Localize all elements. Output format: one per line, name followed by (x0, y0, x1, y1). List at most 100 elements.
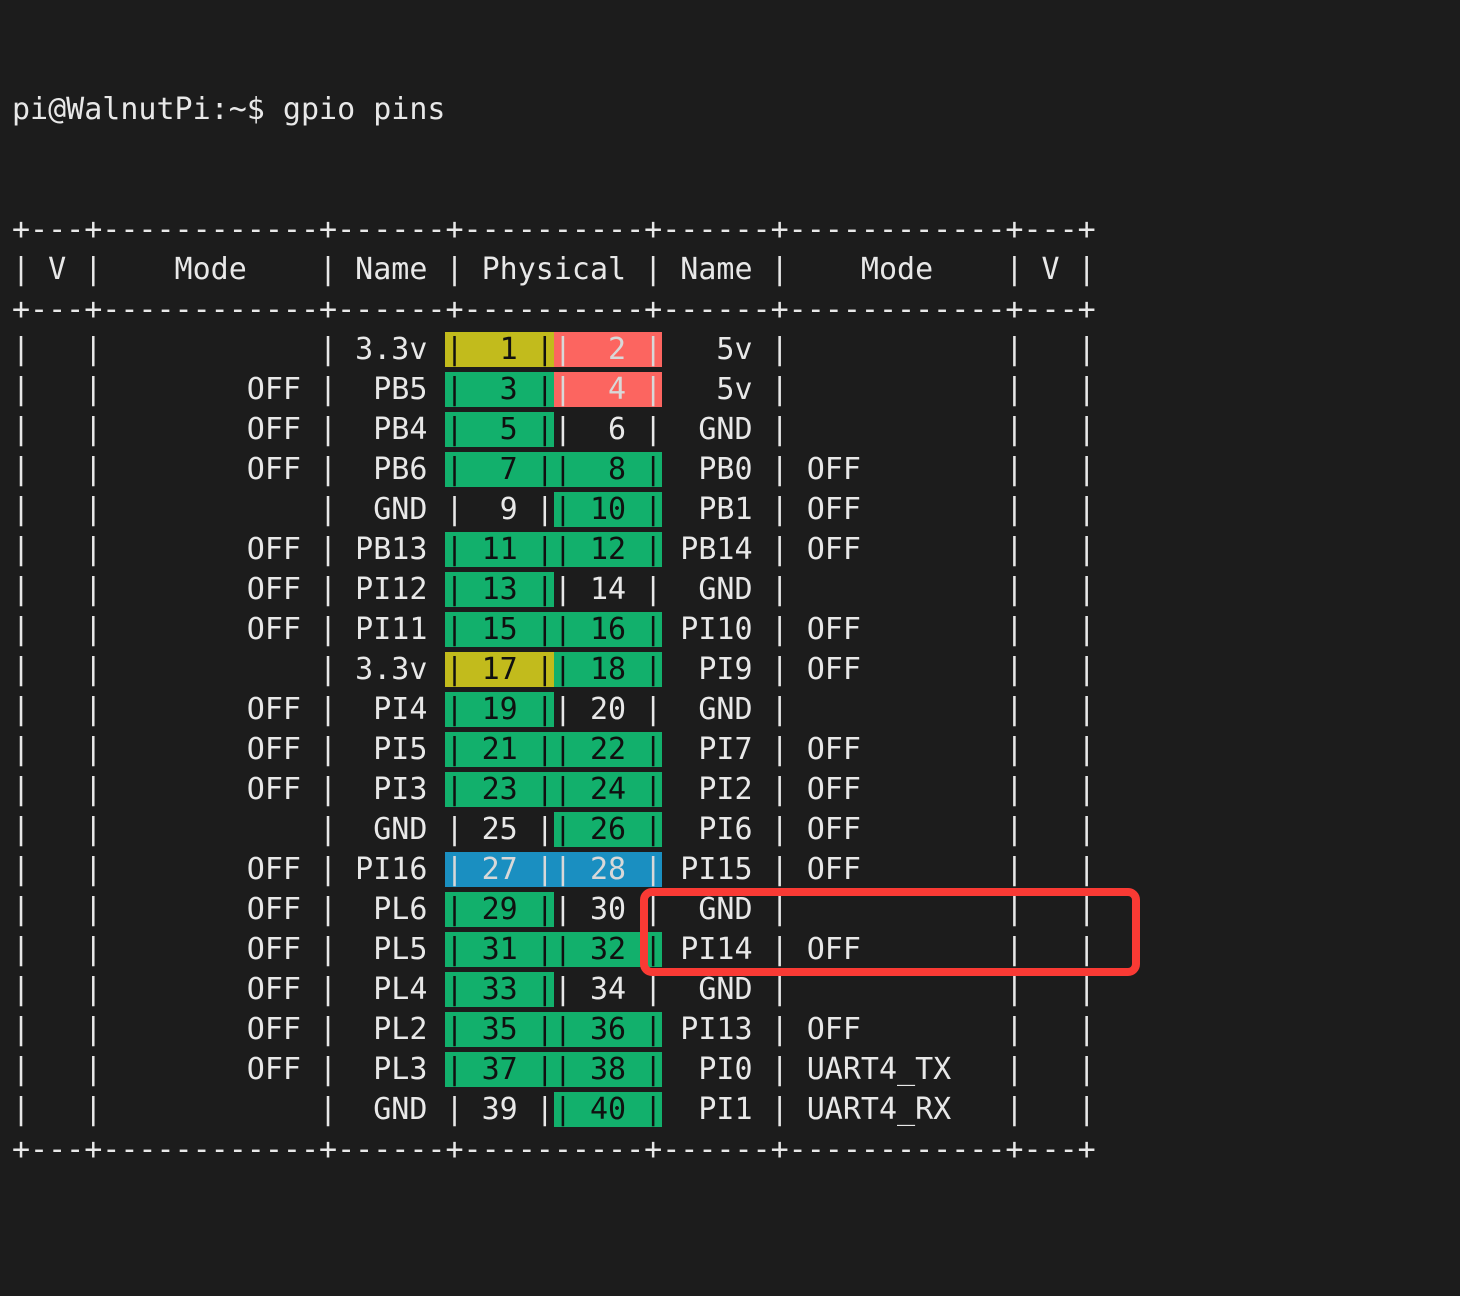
terminal-window[interactable]: pi@WalnutPi:~$ gpio pins +---+----------… (0, 0, 1460, 1296)
pin-cell-left: | 37 | (445, 1052, 554, 1087)
row-left-text: | | OFF | PI12 (12, 572, 446, 607)
pin-cell-right: | 20 | (553, 692, 663, 727)
row-left-text: | | OFF | PB13 (12, 532, 446, 567)
row-right-text: GND | | | (662, 572, 1096, 607)
table-row: | | OFF | PB13 | 11 || 12 | PB14 | OFF |… (12, 530, 1460, 570)
row-right-text: 5v | | | (662, 332, 1096, 367)
row-right-text: PI14 | OFF | | (662, 932, 1096, 967)
row-right-text: PI2 | OFF | | (662, 772, 1096, 807)
pin-cell-left: | 35 | (445, 1012, 554, 1047)
table-header-row: | V | Mode | Name | Physical | Name | Mo… (12, 250, 1460, 290)
table-row: | | OFF | PL2 | 35 || 36 | PI13 | OFF | … (12, 1010, 1460, 1050)
pin-cell-right: | 8 | (553, 452, 663, 487)
table-row: | | OFF | PL6 | 29 || 30 | GND | | | (12, 890, 1460, 930)
pin-cell-left: | 17 | (445, 652, 554, 687)
pin-cell-right: | 4 | (553, 372, 663, 407)
row-right-text: PI7 | OFF | | (662, 732, 1096, 767)
pin-cell-right: | 24 | (553, 772, 663, 807)
row-left-text: | | OFF | PL5 (12, 932, 446, 967)
pin-cell-right: | 16 | (553, 612, 663, 647)
pin-cell-left: | 19 | (445, 692, 554, 727)
table-row: | | | GND | 39 || 40 | PI1 | UART4_RX | … (12, 1090, 1460, 1130)
row-left-text: | | OFF | PL4 (12, 972, 446, 1007)
row-left-text: | | OFF | PL6 (12, 892, 446, 927)
row-left-text: | | | GND (12, 812, 446, 847)
pin-cell-left: | 27 | (445, 852, 554, 887)
table-row: | | OFF | PI11 | 15 || 16 | PI10 | OFF |… (12, 610, 1460, 650)
table-row: | | | 3.3v | 17 || 18 | PI9 | OFF | | (12, 650, 1460, 690)
pin-cell-left: | 5 | (445, 412, 554, 447)
table-row: | | OFF | PL5 | 31 || 32 | PI14 | OFF | … (12, 930, 1460, 970)
pin-cell-left: | 1 | (445, 332, 554, 367)
table-row: | | OFF | PI4 | 19 || 20 | GND | | | (12, 690, 1460, 730)
pin-cell-left: | 39 | (445, 1092, 554, 1127)
row-left-text: | | OFF | PI5 (12, 732, 446, 767)
row-right-text: PB0 | OFF | | (662, 452, 1096, 487)
row-right-text: GND | | | (662, 412, 1096, 447)
table-border-top: +---+------------+------+----------+----… (12, 1290, 1460, 1296)
row-left-text: | | | 3.3v (12, 332, 446, 367)
header-text: | V | Mode | Name | Physical | Name | Mo… (12, 252, 1096, 287)
row-left-text: | | OFF | PL2 (12, 1012, 446, 1047)
table-row: | | OFF | PL3 | 37 || 38 | PI0 | UART4_T… (12, 1050, 1460, 1090)
row-right-text: GND | | | (662, 892, 1096, 927)
row-left-text: | | | GND (12, 492, 446, 527)
pin-cell-right: | 10 | (553, 492, 663, 527)
pin-cell-left: | 31 | (445, 932, 554, 967)
pin-cell-right: | 32 | (553, 932, 663, 967)
row-right-text: PI13 | OFF | | (662, 1012, 1096, 1047)
pin-cell-left: | 21 | (445, 732, 554, 767)
pin-cell-left: | 9 | (445, 492, 554, 527)
row-left-text: | | OFF | PB4 (12, 412, 446, 447)
pin-cell-right: | 2 | (553, 332, 663, 367)
row-right-text: PI0 | UART4_TX | | (662, 1052, 1096, 1087)
pin-cell-right: | 18 | (553, 652, 663, 687)
row-right-text: GND | | | (662, 692, 1096, 727)
pin-cell-right: | 12 | (553, 532, 663, 567)
row-right-text: 5v | | | (662, 372, 1096, 407)
pin-cell-right: | 30 | (553, 892, 663, 927)
pin-cell-right: | 28 | (553, 852, 663, 887)
table-row: | | | GND | 9 || 10 | PB1 | OFF | | (12, 490, 1460, 530)
pin-cell-left: | 7 | (445, 452, 554, 487)
pin-cell-left: | 25 | (445, 812, 554, 847)
border-text: +---+------------+------+----------+----… (12, 1132, 1096, 1167)
gpio-pins-table: +---+------------+------+----------+----… (12, 210, 1460, 1170)
row-right-text: PB1 | OFF | | (662, 492, 1096, 527)
row-left-text: | | OFF | PL3 (12, 1052, 446, 1087)
table-border-mid: +---+------------+------+----------+----… (12, 290, 1460, 330)
table-row: | | OFF | PI3 | 23 || 24 | PI2 | OFF | | (12, 770, 1460, 810)
row-left-text: | | OFF | PI3 (12, 772, 446, 807)
table-row: | | OFF | PB5 | 3 || 4 | 5v | | | (12, 370, 1460, 410)
pin-cell-right: | 36 | (553, 1012, 663, 1047)
table-border-bottom: +---+------------+------+----------+----… (12, 1130, 1460, 1170)
row-right-text: GND | | | (662, 972, 1096, 1007)
row-right-text: PI6 | OFF | | (662, 812, 1096, 847)
pin-cell-right: | 22 | (553, 732, 663, 767)
table-border-top: +---+------------+------+----------+----… (12, 210, 1460, 250)
pin-cell-left: | 29 | (445, 892, 554, 927)
row-right-text: PI10 | OFF | | (662, 612, 1096, 647)
row-right-text: PI15 | OFF | | (662, 852, 1096, 887)
table-row: | | OFF | PB6 | 7 || 8 | PB0 | OFF | | (12, 450, 1460, 490)
command-line: pi@WalnutPi:~$ gpio pins (12, 92, 446, 127)
key-led-table: +---+------------+------+----------+----… (12, 1250, 1460, 1296)
table-row: | | | 3.3v | 1 || 2 | 5v | | | (12, 330, 1460, 370)
table-row: | | OFF | PL4 | 33 || 34 | GND | | | (12, 970, 1460, 1010)
pin-cell-left: | 15 | (445, 612, 554, 647)
table-row: | | OFF | PB4 | 5 || 6 | GND | | | (12, 410, 1460, 450)
table-row: | | OFF | PI5 | 21 || 22 | PI7 | OFF | | (12, 730, 1460, 770)
border-text: +---+------------+------+----------+----… (12, 212, 1096, 247)
pin-cell-left: | 11 | (445, 532, 554, 567)
border-text: +---+------------+------+----------+----… (12, 292, 1096, 327)
pin-cell-right: | 34 | (553, 972, 663, 1007)
table-row: | | OFF | PI16 | 27 || 28 | PI15 | OFF |… (12, 850, 1460, 890)
row-left-text: | | | GND (12, 1092, 446, 1127)
pin-cell-right: | 6 | (553, 412, 663, 447)
row-right-text: PI1 | UART4_RX | | (662, 1092, 1096, 1127)
table-spacer (12, 1250, 1460, 1290)
row-right-text: PI9 | OFF | | (662, 652, 1096, 687)
table-row: | | | GND | 25 || 26 | PI6 | OFF | | (12, 810, 1460, 850)
pin-cell-right: | 26 | (553, 812, 663, 847)
row-left-text: | | OFF | PI16 (12, 852, 446, 887)
